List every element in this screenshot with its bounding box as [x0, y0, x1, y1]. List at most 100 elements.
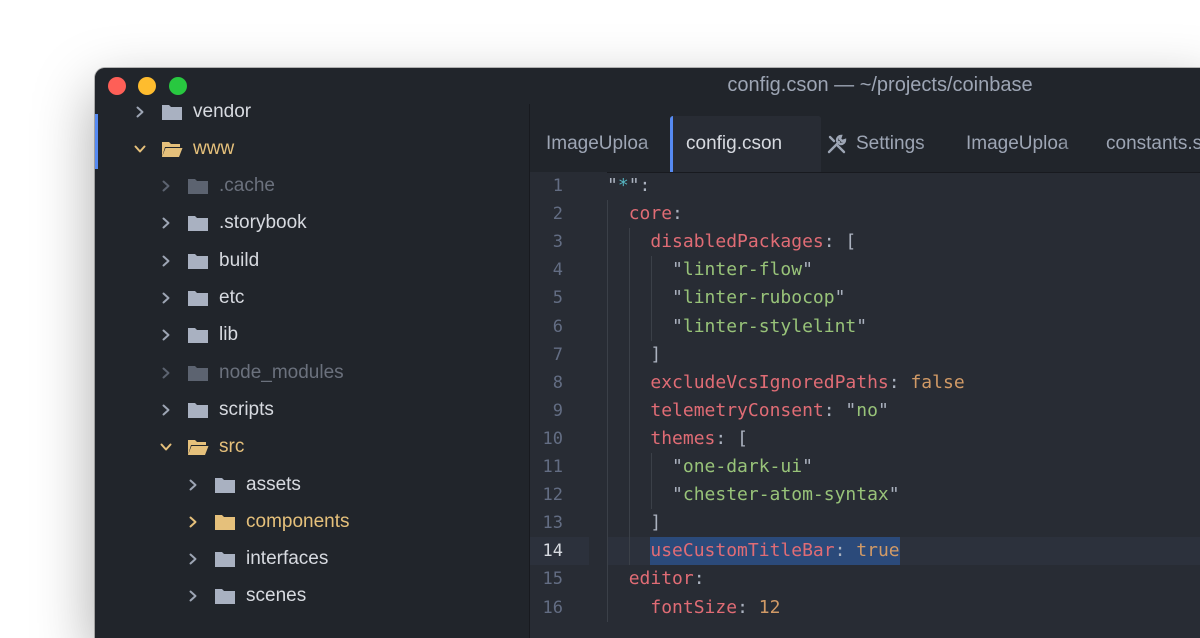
- code-line: "chester-atom-syntax": [607, 481, 900, 509]
- tree-item-cache[interactable]: .cache: [95, 168, 529, 205]
- line-number: 14: [542, 541, 563, 562]
- code-token: fontSize: [650, 596, 738, 618]
- tree-item-label: src: [219, 436, 245, 458]
- tree-item-scripts[interactable]: scripts: [95, 391, 529, 428]
- tree-item-scenes[interactable]: scenes: [95, 578, 529, 615]
- code-token: no: [856, 399, 878, 421]
- folder-icon: [214, 476, 236, 494]
- code-token: ": [888, 484, 900, 506]
- code-token: *: [617, 175, 629, 196]
- code-token: true: [856, 540, 900, 562]
- code-token: :: [888, 371, 911, 393]
- tree-item-label: vendor: [193, 104, 252, 122]
- code-area[interactable]: "*": core: disabledPackages: [ "linter-f…: [607, 172, 1200, 638]
- code-token: ": [607, 175, 618, 196]
- chevron-right-icon[interactable]: [159, 288, 173, 308]
- chevron-right-icon[interactable]: [159, 176, 173, 196]
- tab-imageuploa[interactable]: ImageUploa: [530, 116, 670, 172]
- code-line: core:: [607, 200, 683, 228]
- editor-window: config.cson — ~/projects/coinbase vendor…: [95, 68, 1200, 638]
- tree-item-node-modules[interactable]: node_modules: [95, 354, 529, 391]
- code-token: useCustomTitleBar: [650, 540, 835, 562]
- folder-open-icon: [187, 438, 209, 456]
- tab-constants-s[interactable]: constants.s: [1090, 116, 1200, 172]
- folder-icon: [214, 587, 236, 605]
- code-token: linter-rubocop: [682, 287, 835, 309]
- code-token: ": [607, 456, 683, 477]
- chevron-right-icon[interactable]: [159, 213, 173, 233]
- chevron-right-icon[interactable]: [159, 363, 173, 383]
- folder-icon: [214, 513, 236, 531]
- tree-item-www[interactable]: www: [95, 130, 529, 167]
- close-window-button[interactable]: [108, 77, 126, 95]
- tree-item-components[interactable]: components: [95, 503, 529, 540]
- chevron-down-icon[interactable]: [133, 139, 147, 159]
- code-token: ": [856, 315, 868, 337]
- code-token: excludeVcsIgnoredPaths: [650, 371, 889, 393]
- code-token: editor: [628, 568, 694, 590]
- code-token: ":: [628, 175, 651, 196]
- tree-item-vendor[interactable]: vendor: [95, 104, 529, 130]
- tree-item-interfaces[interactable]: interfaces: [95, 541, 529, 578]
- tab-title-fade: [920, 116, 948, 172]
- chevron-right-icon[interactable]: [159, 251, 173, 271]
- code-line: "linter-flow": [607, 256, 813, 284]
- tree-item-build[interactable]: build: [95, 242, 529, 279]
- editor-pane: ImageUploa config.cson Settings ImageUploa c…: [530, 104, 1200, 638]
- line-number: 7: [552, 344, 563, 365]
- tree-item-label: .storybook: [219, 212, 307, 234]
- tree-item-label: assets: [246, 473, 301, 495]
- code-line: fontSize: 12: [607, 594, 780, 622]
- tab-config-cson[interactable]: config.cson: [670, 116, 821, 172]
- code-token: ": [607, 315, 683, 337]
- code-token: ": [607, 287, 683, 309]
- code-token: ]: [607, 512, 662, 534]
- code-token: linter-flow: [682, 259, 803, 281]
- folder-icon: [187, 326, 209, 344]
- tree-item-storybook[interactable]: .storybook: [95, 205, 529, 242]
- line-number: 9: [552, 400, 563, 421]
- chevron-right-icon[interactable]: [186, 512, 200, 532]
- code-token: chester-atom-syntax: [682, 484, 889, 506]
- tab-label: Settings: [856, 133, 925, 154]
- chevron-right-icon[interactable]: [186, 586, 200, 606]
- tree-item-etc[interactable]: etc: [95, 280, 529, 317]
- chevron-right-icon[interactable]: [159, 325, 173, 345]
- chevron-right-icon[interactable]: [186, 475, 200, 495]
- code-token: core: [628, 203, 673, 225]
- maximize-window-button[interactable]: [169, 77, 187, 95]
- tab-settings[interactable]: Settings: [810, 116, 948, 172]
- line-number: 13: [542, 513, 563, 534]
- code-line: telemetryConsent: "no": [607, 397, 888, 425]
- tree-item-label: components: [246, 510, 350, 532]
- chevron-right-icon[interactable]: [186, 549, 200, 569]
- tree-item-label: scenes: [246, 585, 307, 607]
- tree-item-lib[interactable]: lib: [95, 317, 529, 354]
- code-token: :: [737, 596, 759, 618]
- minimize-window-button[interactable]: [138, 77, 156, 95]
- line-number: 4: [552, 260, 563, 281]
- code-token: false: [910, 371, 965, 393]
- chevron-right-icon[interactable]: [133, 104, 147, 122]
- code-token: ": [607, 484, 683, 506]
- tree-item-label: .cache: [219, 175, 275, 197]
- code-line: "linter-rubocop": [607, 284, 845, 312]
- tree-item-label: build: [219, 249, 260, 271]
- line-number: 3: [552, 232, 563, 253]
- tree-item-src[interactable]: src: [95, 429, 529, 466]
- code-line: themes: [: [607, 425, 748, 453]
- chevron-right-icon[interactable]: [159, 400, 173, 420]
- line-number: 10: [542, 428, 563, 449]
- chevron-down-icon[interactable]: [159, 437, 173, 457]
- tab-label: ImageUploa: [966, 133, 1069, 154]
- tree-item-assets[interactable]: assets: [95, 466, 529, 503]
- title-bar: config.cson — ~/projects/coinbase: [95, 68, 1200, 105]
- folder-icon: [214, 550, 236, 568]
- tab-imageuploa[interactable]: ImageUploa: [950, 116, 1088, 172]
- tab-bar: ImageUploa config.cson Settings ImageUploa c…: [530, 104, 1200, 173]
